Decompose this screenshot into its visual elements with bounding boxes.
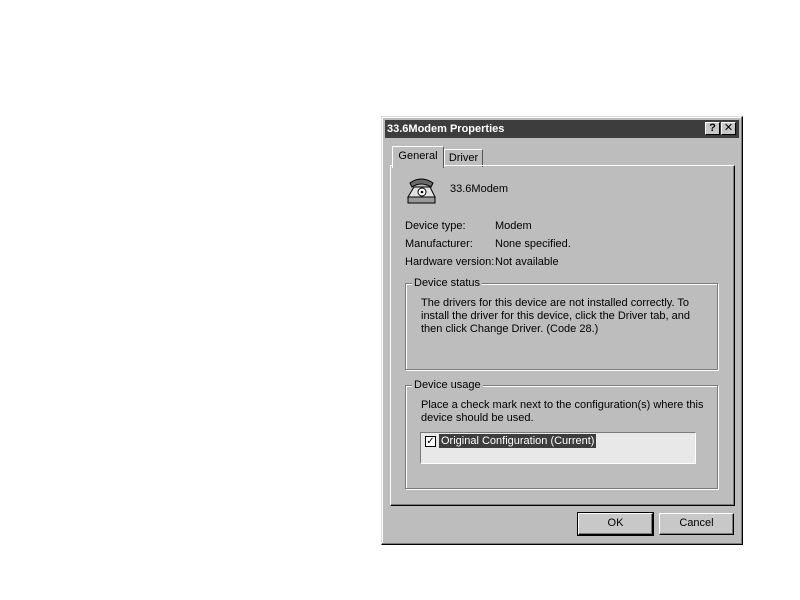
configuration-list[interactable]: ✓ Original Configuration (Current) [420, 432, 696, 464]
device-type-value: Modem [495, 220, 532, 232]
ok-button[interactable]: OK [577, 512, 654, 536]
question-mark-icon: ? [709, 122, 716, 134]
manufacturer-value: None specified. [495, 238, 571, 250]
hardware-version-value: Not available [495, 256, 559, 268]
device-status-group: Device status The drivers for this devic… [405, 276, 718, 370]
close-icon: ✕ [723, 122, 734, 134]
telephone-icon [407, 178, 436, 204]
window-title: 33.6Modem Properties [387, 123, 505, 135]
tab-general[interactable]: General [392, 146, 444, 168]
device-type-label: Device type: [405, 220, 466, 232]
ok-button-label: OK [607, 517, 624, 529]
cancel-button-label: Cancel [679, 517, 714, 529]
cancel-button[interactable]: Cancel [659, 513, 734, 535]
hardware-version-label: Hardware version: [405, 256, 495, 268]
help-button[interactable]: ? [705, 122, 720, 135]
config-item-label[interactable]: Original Configuration (Current) [439, 434, 597, 448]
device-usage-group: Device usage Place a check mark next to … [405, 378, 718, 489]
config-checkbox[interactable]: ✓ [425, 436, 436, 447]
manufacturer-label: Manufacturer: [405, 238, 473, 250]
title-bar[interactable]: 33.6Modem Properties ? ✕ [385, 120, 739, 138]
checkmark-icon: ✓ [426, 436, 435, 447]
close-button[interactable]: ✕ [721, 122, 736, 135]
properties-dialog: 33.6Modem Properties ? ✕ General Driver … [381, 116, 743, 545]
tab-driver-label: Driver [448, 152, 479, 164]
device-status-title: Device status [412, 276, 483, 290]
tab-general-label: General [398, 150, 438, 162]
device-usage-text: Place a check mark next to the configura… [421, 399, 704, 424]
device-status-text: The drivers for this device are not inst… [421, 297, 691, 335]
device-name: 33.6Modem [450, 183, 509, 195]
device-usage-title: Device usage [412, 378, 483, 392]
